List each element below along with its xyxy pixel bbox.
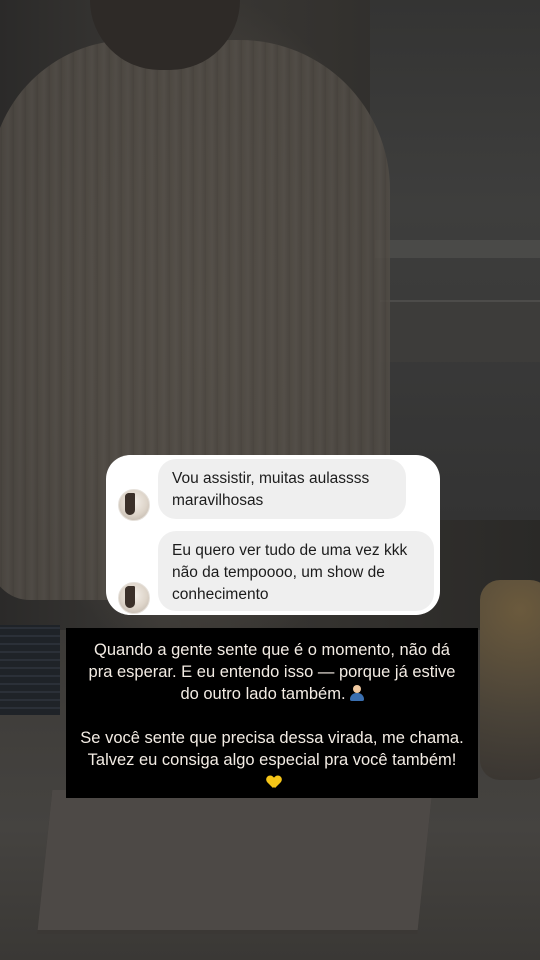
caption-paragraph: Se você sente que precisa dessa virada, … <box>80 727 464 793</box>
caption-text: Quando a gente sente que é o momento, nã… <box>88 641 456 703</box>
comment-bubble: Vou assistir, muitas aulassss maravilhos… <box>158 459 406 519</box>
yellow-heart-icon <box>267 776 281 788</box>
user-avatar-icon <box>118 582 150 614</box>
notebook <box>37 790 433 930</box>
caption-paragraph: Quando a gente sente que é o momento, nã… <box>80 639 464 705</box>
wall-panel <box>380 300 540 362</box>
story-caption: Quando a gente sente que é o momento, nã… <box>66 628 478 798</box>
wall-molding <box>375 240 540 258</box>
user-avatar-icon <box>118 489 150 521</box>
background-wall <box>370 0 540 520</box>
laptop-keyboard <box>0 625 60 715</box>
comment-bubble: Eu quero ver tudo de uma vez kkk não da … <box>158 531 434 611</box>
comments-sticker[interactable]: Vou assistir, muitas aulassss maravilhos… <box>106 455 440 615</box>
caption-text: Se você sente que precisa dessa virada, … <box>80 729 464 769</box>
person-emoji-icon <box>349 685 364 701</box>
candle <box>480 580 540 780</box>
